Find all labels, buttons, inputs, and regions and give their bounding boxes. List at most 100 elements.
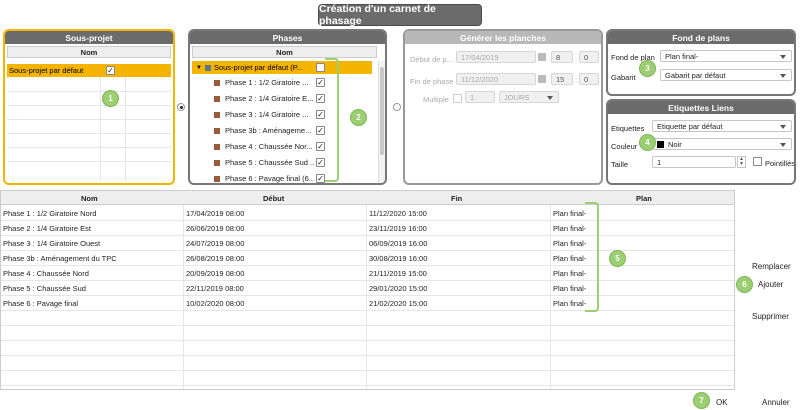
phase-icon (214, 175, 220, 182)
fond-dropdown[interactable]: Plan final- (660, 50, 792, 62)
dialog-title: Création d'un carnet de phasage (318, 3, 482, 27)
phase-icon (214, 95, 220, 102)
phase-item-checkbox[interactable]: ✓ (316, 126, 325, 135)
unit-dropdown[interactable]: JOURS (499, 91, 559, 103)
cell-fin: 21/11/2019 15:00 (369, 269, 427, 278)
phase-tree-item[interactable]: Phase 3 : 1/4 Giratoire ... (214, 108, 314, 121)
cell-plan: Plan final- (553, 254, 587, 263)
header-fin[interactable]: Fin (451, 194, 462, 203)
phase-item-checkbox[interactable]: ✓ (316, 174, 325, 183)
multiple-label: Multiple (423, 95, 449, 104)
multiple-checkbox[interactable] (453, 94, 462, 103)
table-header: Nom Début Fin Plan (1, 191, 734, 205)
cell-fin: 21/02/2020 15:00 (369, 299, 428, 308)
header-plan[interactable]: Plan (636, 194, 652, 203)
annuler-button[interactable]: Annuler (762, 398, 790, 407)
cell-plan: Plan final- (553, 269, 587, 278)
expand-arrow-icon[interactable]: ▼ (196, 65, 202, 71)
calendar-icon[interactable] (538, 53, 546, 61)
debut-minute-field[interactable]: 0 (579, 51, 599, 63)
phases-title: Phases (190, 31, 385, 44)
cell-nom: Phase 3b : Aménagement du TPC (3, 254, 117, 263)
gabarit-dropdown[interactable]: Gabarit par défaut (660, 69, 792, 81)
couleur-value: Noir (668, 139, 682, 149)
couleur-dropdown[interactable]: Noir (652, 138, 792, 150)
stepper-arrows-icon[interactable]: ▲ ▼ (737, 156, 746, 168)
sous-projet-row-label: Sous-projet par défaut (9, 66, 84, 75)
etiq-label: Etiquettes (611, 124, 645, 133)
phase-tree-item[interactable]: Phase 5 : Chaussée Sud ... (214, 156, 314, 169)
phase-item-checkbox[interactable]: ✓ (316, 158, 325, 167)
supprimer-button[interactable]: Supprimer (752, 312, 789, 321)
cell-debut: 26/08/2019 08:00 (186, 254, 245, 263)
table-row[interactable]: Phase 5 : Chaussée Sud 22/11/2019 08:00 29… (1, 280, 734, 295)
color-swatch (657, 140, 664, 148)
cell-plan: Plan final- (553, 299, 587, 308)
etiq-dropdown[interactable]: Etiquette par défaut (652, 120, 792, 132)
phase-item-checkbox[interactable]: ✓ (316, 142, 325, 151)
phase-icon (214, 143, 220, 150)
annotation-badge-2: 2 (350, 109, 367, 126)
etiq-panel: Etiquettes Liens Etiquettes Etiquette pa… (606, 99, 796, 185)
cell-debut: 20/09/2019 08:00 (186, 269, 245, 278)
annotation-badge-6: 6 (736, 276, 753, 293)
phase-tree-item[interactable]: Phase 4 : Chaussée Nor... (214, 140, 314, 153)
cell-fin: 23/11/2019 16:00 (369, 224, 427, 233)
phase-tree-item[interactable]: Phase 2 : 1/4 Giratoire E... (214, 92, 314, 105)
ok-button[interactable]: OK (716, 398, 728, 407)
phase-tree-item[interactable]: Phase 1 : 1/2 Giratoire ... (214, 76, 314, 89)
phase-icon (214, 79, 220, 86)
phase-item-label: Phase 4 : Chaussée Nor... (225, 142, 313, 151)
multiple-stepper[interactable]: 1 (465, 91, 495, 103)
etiq-title: Etiquettes Liens (608, 101, 794, 114)
phase-item-checkbox[interactable]: ✓ (316, 110, 325, 119)
annotation-badge-5: 5 (609, 250, 626, 267)
header-nom[interactable]: Nom (81, 194, 98, 203)
phases-scrollbar[interactable] (378, 61, 385, 183)
remplacer-button[interactable]: Remplacer (752, 262, 791, 271)
sous-projet-checkbox[interactable]: ✓ (106, 66, 115, 75)
taille-stepper[interactable]: 1 (652, 156, 736, 168)
table-row[interactable]: Phase 4 : Chaussée Nord 20/09/2019 08:00 2… (1, 265, 734, 280)
phases-col-nom: Nom (192, 46, 377, 58)
pointilles-checkbox[interactable] (753, 157, 762, 166)
header-debut[interactable]: Début (263, 194, 284, 203)
fin-label: Fin de phase (410, 77, 454, 86)
cell-debut: 24/07/2019 08:00 (186, 239, 245, 248)
cell-plan: Plan final- (553, 224, 587, 233)
radio-generer[interactable] (393, 103, 401, 111)
fin-date-field[interactable]: 11/12/2020 (456, 73, 536, 85)
cell-plan: Plan final- (553, 284, 587, 293)
fond-title: Fond de plans (608, 31, 794, 44)
phase-item-label: Phase 5 : Chaussée Sud ... (225, 158, 314, 167)
fin-minute-field[interactable]: 0 (579, 73, 599, 85)
debut-date-field[interactable]: 17/04/2019 (456, 51, 536, 63)
phase-item-checkbox[interactable]: ✓ (316, 94, 325, 103)
phases-parent-row[interactable]: ▼ Sous-projet par défaut (P... (192, 61, 372, 74)
folder-icon (204, 64, 211, 71)
calendar-icon[interactable] (538, 75, 546, 83)
gabarit-label: Gabarit (611, 73, 636, 82)
table-row[interactable]: Phase 2 : 1/4 Giratoire Est 26/06/2019 08… (1, 220, 734, 235)
generer-title: Générer les planches (405, 31, 601, 44)
table-row[interactable]: Phase 3 : 1/4 Giratoire Ouest 24/07/2019 … (1, 235, 734, 250)
annotation-badge-7: 7 (693, 392, 710, 409)
fin-hour-field[interactable]: 15 (551, 73, 573, 85)
annotation-badge-3: 3 (639, 60, 656, 77)
sous-projet-row[interactable]: Sous-projet par défaut (7, 64, 171, 77)
phase-item-label: Phase 3 : 1/4 Giratoire ... (225, 110, 309, 119)
phase-item-checkbox[interactable]: ✓ (316, 78, 325, 87)
table-row[interactable]: Phase 1 : 1/2 Giratoire Nord 17/04/2019 0… (1, 205, 734, 220)
phase-tree-item[interactable]: Phase 6 : Pavage final (6... (214, 172, 314, 183)
ajouter-button[interactable]: Ajouter (758, 280, 783, 289)
table-row[interactable]: Phase 6 : Pavage final 10/02/2020 08:00 21… (1, 295, 734, 310)
debut-label: Début de p... (410, 55, 453, 64)
cell-debut: 22/11/2019 08:00 (186, 284, 244, 293)
radio-phases[interactable] (177, 103, 185, 111)
phases-parent-checkbox[interactable] (316, 63, 325, 72)
generer-panel: Générer les planches Début de p... 17/04… (403, 29, 603, 185)
sous-projet-panel: Sous-projet Nom Sous-projet par défaut ✓ (3, 29, 175, 185)
couleur-label: Couleur (611, 142, 638, 151)
debut-hour-field[interactable]: 8 (551, 51, 573, 63)
phase-tree-item[interactable]: Phase 3b : Aménageme... (214, 124, 314, 137)
